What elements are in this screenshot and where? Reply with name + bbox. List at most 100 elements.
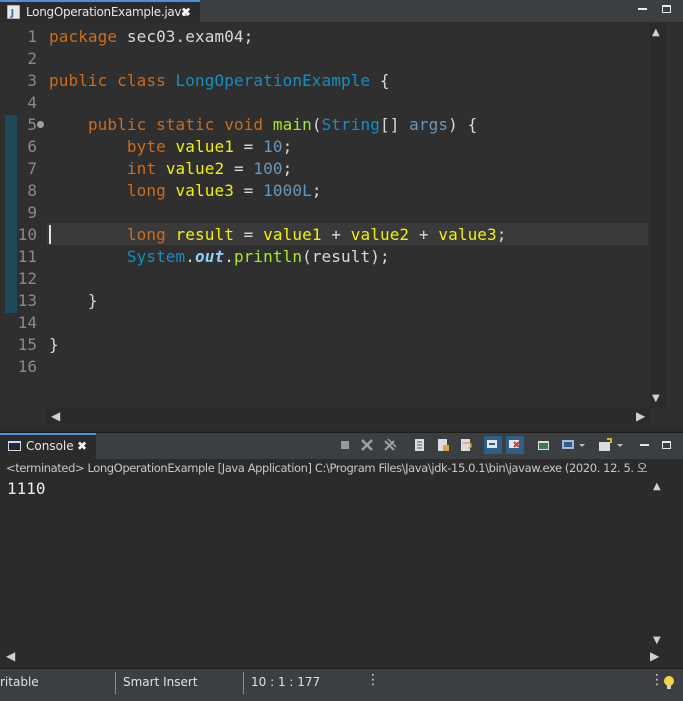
line-number: 4 — [27, 93, 37, 112]
remove-launch-icon[interactable] — [360, 438, 374, 452]
console-scroll-left-icon[interactable]: ◀ — [6, 649, 15, 663]
display-console-icon[interactable] — [561, 438, 575, 452]
close-console-icon[interactable]: ✖ — [77, 439, 87, 453]
console-tab[interactable]: Console ✖ — [0, 433, 96, 459]
code-token: public — [87, 115, 147, 134]
console-scroll-up-icon[interactable]: ▲ — [653, 481, 661, 492]
cursor-position-status: 10 : 1 : 177 — [251, 675, 321, 689]
console-output-text: 1110 — [7, 479, 46, 498]
scroll-left-icon[interactable]: ◀ — [51, 409, 60, 423]
line-number: 5 — [27, 115, 37, 134]
code-token: value2 — [350, 225, 410, 244]
code-token: + — [409, 225, 439, 244]
pin-console-icon[interactable] — [537, 438, 551, 452]
fold-marker-icon[interactable] — [37, 121, 44, 128]
code-token: sec03.exam04; — [117, 27, 254, 46]
code-editor[interactable]: 1 2 3 4 5 6 7 8 9 10 11 12 13 14 15 16 package sec03.ex… — [0, 23, 683, 427]
svg-text:J: J — [10, 8, 15, 19]
editor-vertical-scrollbar[interactable]: ▲ ▼ — [649, 23, 667, 408]
editor-tab-title: LongOperationExample.java — [26, 5, 189, 19]
editor-tab-java-file[interactable]: J LongOperationExample.java ✖ — [0, 0, 200, 22]
text-cursor — [49, 225, 51, 244]
line-number: 12 — [17, 269, 37, 288]
line-number: 16 — [17, 357, 37, 376]
code-token: ) { — [448, 115, 478, 134]
code-token: ; — [282, 137, 293, 156]
code-token: long — [126, 225, 166, 244]
scroll-lock-icon[interactable] — [436, 438, 450, 452]
terminate-icon[interactable] — [338, 438, 352, 452]
status-more-icon-right[interactable]: ⋮ — [650, 672, 664, 688]
close-tab-icon[interactable]: ✖ — [181, 5, 191, 19]
code-token: byte — [126, 137, 166, 156]
writable-status: ritable — [0, 675, 39, 689]
code-token: 100 — [253, 159, 283, 178]
console-minimize-icon[interactable] — [638, 438, 652, 452]
code-token: static — [156, 115, 215, 134]
code-token: [] — [379, 115, 410, 134]
status-more-icon[interactable]: ⋮ — [366, 672, 380, 688]
code-token: . — [224, 247, 234, 266]
line-number: 15 — [17, 335, 37, 354]
open-console-icon[interactable] — [598, 438, 612, 452]
console-output-area[interactable]: 1110 ▲ ▼ ◀ ▶ — [0, 477, 683, 667]
code-line: } — [49, 291, 98, 310]
console-scroll-down-icon[interactable]: ▼ — [653, 635, 661, 646]
console-scroll-right-icon[interactable]: ▶ — [650, 649, 659, 663]
show-on-stdout-icon[interactable] — [484, 436, 502, 454]
scroll-right-icon[interactable]: ▶ — [636, 409, 645, 423]
editor-horizontal-scrollbar[interactable]: ◀ ▶ — [47, 408, 649, 425]
code-token: package — [49, 27, 118, 46]
code-token: } — [49, 291, 98, 310]
show-on-stderr-icon[interactable] — [506, 436, 524, 454]
code-token: String — [321, 115, 380, 134]
minimize-icon[interactable] — [636, 2, 650, 16]
code-token: args — [409, 115, 449, 134]
console-tab-title: Console — [26, 439, 74, 453]
code-token: 1000L — [263, 181, 312, 200]
code-line: package sec03.exam04; — [49, 27, 253, 46]
scroll-down-icon[interactable]: ▼ — [652, 393, 660, 404]
code-token: println — [233, 247, 303, 266]
remove-all-terminated-icon[interactable] — [383, 438, 397, 452]
console-horizontal-scrollbar[interactable]: ◀ ▶ — [0, 649, 667, 666]
code-area[interactable]: package sec03.exam04; public class LongOp… — [49, 23, 649, 408]
open-console-dropdown-icon[interactable] — [616, 438, 624, 452]
code-token: public — [49, 71, 108, 90]
code-token: ; — [282, 159, 293, 178]
scroll-up-icon[interactable]: ▲ — [652, 27, 660, 38]
code-token: result — [175, 225, 234, 244]
code-token: = — [224, 159, 254, 178]
console-icon — [8, 441, 21, 451]
code-token: . — [185, 247, 196, 266]
code-line: System.out.println(result); — [49, 247, 390, 266]
status-bar: ritable Smart Insert 10 : 1 : 177 ⋮ ⋮ — [0, 668, 683, 701]
maximize-icon[interactable] — [660, 2, 674, 16]
lightbulb-icon[interactable] — [663, 675, 675, 691]
status-separator — [115, 672, 116, 694]
word-wrap-icon[interactable] — [459, 438, 473, 452]
line-number: 8 — [27, 181, 37, 200]
console-toolbar: Console ✖ — [0, 432, 683, 459]
code-line: int value2 = 100; — [49, 159, 292, 178]
console-process-status: <terminated> LongOperationExample [Java … — [0, 459, 683, 477]
line-number: 7 — [27, 159, 37, 178]
line-number: 6 — [27, 137, 37, 156]
console-vertical-scrollbar[interactable]: ▲ ▼ — [649, 477, 667, 649]
line-number: 9 — [27, 203, 37, 222]
clear-console-icon[interactable] — [413, 438, 427, 452]
line-number: 3 — [27, 71, 37, 90]
display-console-dropdown-icon[interactable] — [578, 438, 586, 452]
console-maximize-icon[interactable] — [660, 438, 674, 452]
